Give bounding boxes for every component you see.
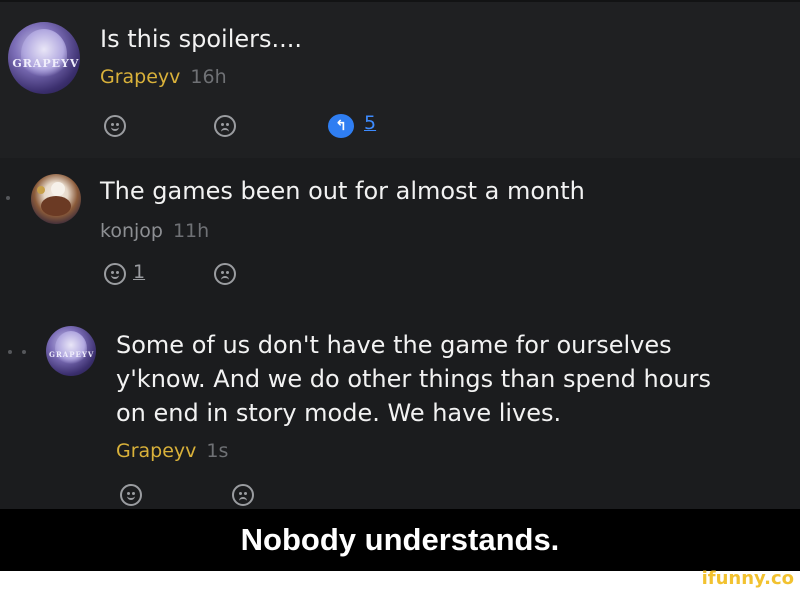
comment-meta: konjop 11h [100, 220, 209, 242]
avatar-art [20, 29, 68, 80]
reply-icon[interactable]: ↰ [328, 114, 354, 138]
comment-meta: Grapeyv 1s [116, 440, 228, 462]
reply-comment: The games been out for almost a month ko… [0, 158, 800, 310]
smile-icon[interactable] [104, 263, 126, 285]
meme-caption: Nobody understands. [240, 522, 560, 557]
thread-indent-dot [6, 196, 10, 200]
like-count[interactable]: 1 [133, 261, 145, 283]
avatar-grapeyv[interactable]: GRAPEYV [8, 22, 80, 94]
avatar-grapeyv[interactable]: GRAPEYV [46, 326, 96, 376]
avatar-logo-text: GRAPEYV [12, 56, 80, 70]
reply-count[interactable]: 5 [364, 112, 376, 134]
frown-icon[interactable] [214, 263, 236, 285]
timestamp: 16h [190, 66, 227, 88]
comment-meta: Grapeyv 16h [100, 66, 227, 88]
avatar-logo-text: GRAPEYV [49, 350, 95, 359]
smile-icon[interactable] [120, 484, 142, 506]
frown-icon[interactable] [214, 115, 236, 137]
comment-text: The games been out for almost a month [100, 177, 585, 205]
main-comment: GRAPEYV Is this spoilers.... Grapeyv 16h … [0, 2, 800, 158]
author-name[interactable]: Grapeyv [100, 66, 180, 88]
smile-icon[interactable] [104, 115, 126, 137]
author-name[interactable]: Grapeyv [116, 440, 196, 462]
frown-icon[interactable] [232, 484, 254, 506]
timestamp: 1s [206, 440, 229, 462]
comment-thread: GRAPEYV Is this spoilers.... Grapeyv 16h … [0, 0, 800, 509]
thread-indent-dot [22, 350, 26, 354]
thread-indent-dot [8, 350, 12, 354]
avatar-konjop[interactable] [31, 174, 81, 224]
nested-reply-comment: GRAPEYV Some of us don't have the game f… [0, 310, 800, 509]
comment-text-line: y'know. And we do other things than spen… [116, 365, 711, 393]
comment-text-line: Some of us don't have the game for ourse… [116, 331, 672, 359]
comment-text-line: on end in story mode. We have lives. [116, 399, 562, 427]
avatar-art [55, 331, 87, 366]
timestamp: 11h [172, 220, 210, 242]
author-name[interactable]: konjop [100, 220, 163, 242]
watermark-logo: ifunny.co [701, 568, 794, 589]
comment-text: Is this spoilers.... [100, 25, 303, 53]
